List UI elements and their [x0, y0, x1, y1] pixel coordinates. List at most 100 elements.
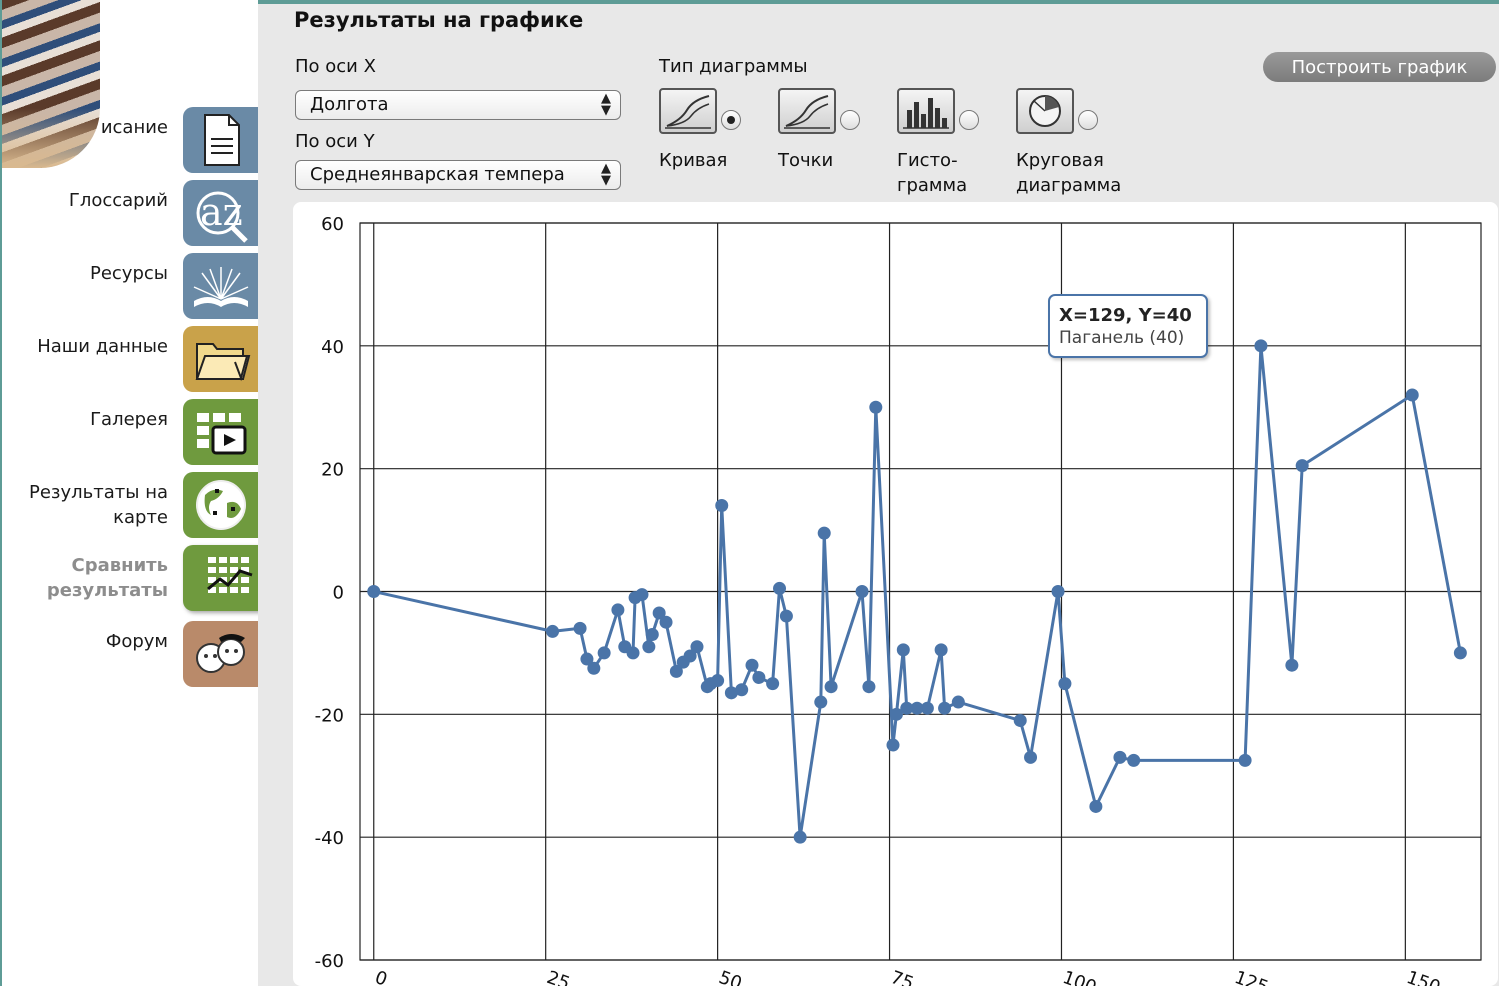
sidebar-item-label: Форум: [105, 631, 168, 652]
folder-icon: [183, 326, 258, 392]
x-tick-label: 125: [1232, 967, 1271, 986]
y-tick-label: -60: [315, 951, 344, 972]
data-point: [1453, 646, 1467, 660]
data-point: [611, 603, 625, 617]
line-chart: 60 40 20 0 -20 -40 -60 0 25 50 75 100 125 150: [315, 214, 1482, 986]
x-tick-label: 150: [1404, 967, 1443, 986]
data-point: [1089, 799, 1103, 813]
data-point: [817, 526, 831, 540]
data-point: [659, 615, 673, 629]
data-point: [1238, 753, 1252, 767]
sidebar-item-compare-results[interactable]: Сравнить результаты: [0, 545, 278, 611]
y-axis-select-value: Среднеянварская темпера: [310, 164, 565, 185]
y-axis-label: По оси Y: [295, 131, 375, 152]
chart-panel: 60 40 20 0 -20 -40 -60 0 25 50 75 100 125 150 X=129, …: [293, 202, 1498, 986]
pie-icon[interactable]: [1016, 88, 1074, 134]
sidebar-item-gallery[interactable]: Галерея: [0, 399, 258, 465]
chart-type-histogram-label: Гисто- грамма: [897, 150, 968, 196]
data-point: [938, 701, 952, 715]
data-point: [635, 588, 649, 602]
data-point: [824, 680, 838, 694]
histogram-icon[interactable]: [897, 88, 955, 134]
data-point: [793, 830, 807, 844]
y-tick-label: 60: [321, 214, 344, 235]
line-curve-icon[interactable]: [659, 88, 717, 134]
tooltip-subtitle: Паганель (40): [1059, 328, 1185, 348]
sidebar-item-map-results[interactable]: Результаты на карте: [0, 472, 258, 538]
data-point: [1127, 753, 1141, 767]
select-arrows-icon: ▲ ▼: [601, 161, 611, 188]
data-point: [920, 701, 934, 715]
left-border: [0, 0, 2, 986]
data-point-tooltip: X=129, Y=40 Паганель (40): [1048, 294, 1208, 358]
data-point: [745, 658, 759, 672]
data-point: [1058, 677, 1072, 691]
data-point: [886, 738, 900, 752]
data-point: [869, 400, 883, 414]
data-point: [1051, 585, 1065, 598]
chart-type-histogram-radio[interactable]: [959, 110, 979, 130]
data-point: [1113, 750, 1127, 764]
data-point: [951, 695, 965, 709]
gallery-video-icon: [183, 399, 258, 465]
x-axis-label: По оси X: [295, 56, 376, 77]
sidebar-item-resources[interactable]: Ресурсы: [0, 253, 258, 319]
data-point: [814, 695, 828, 709]
forum-kids-icon: [183, 621, 258, 687]
sidebar-item-description[interactable]: исание: [0, 107, 258, 173]
chart-type-curve-radio[interactable]: [721, 110, 741, 130]
select-arrows-icon: ▲ ▼: [601, 91, 611, 118]
sidebar-item-our-data[interactable]: Наши данные: [0, 326, 258, 392]
chart-type-points-label: Точки: [778, 150, 834, 171]
main-panel: Результаты на графике По оси X Долгота ▲…: [258, 4, 1499, 986]
x-tick-label: 25: [544, 967, 573, 986]
y-tick-label: 40: [321, 337, 344, 358]
data-point: [645, 627, 659, 641]
data-point: [367, 585, 381, 598]
x-tick-label: 50: [716, 967, 745, 986]
data-point: [779, 609, 793, 623]
x-tick-label: 100: [1060, 967, 1099, 986]
chart-type-pie-radio[interactable]: [1078, 110, 1098, 130]
sidebar-item-label: Наши данные: [37, 336, 168, 357]
data-point: [934, 643, 948, 657]
data-point: [735, 683, 749, 697]
y-tick-label: -40: [315, 828, 344, 849]
y-tick-label: 0: [333, 583, 344, 604]
x-tick-label: 0: [372, 967, 390, 986]
y-tick-label: -20: [315, 705, 344, 726]
x-axis-select[interactable]: Долгота ▲ ▼: [295, 90, 621, 120]
data-point: [773, 581, 787, 595]
chart-type-points-radio[interactable]: [840, 110, 860, 130]
data-point: [752, 670, 766, 684]
points-icon[interactable]: [778, 88, 836, 134]
data-point: [1285, 658, 1299, 672]
sidebar: исание Глоссарий az Ресурсы Наши данные …: [0, 0, 278, 986]
page-title: Результаты на графике: [294, 8, 584, 32]
sidebar-item-forum[interactable]: Форум: [0, 621, 258, 687]
data-point: [626, 646, 640, 660]
sidebar-item-label: Глоссарий: [68, 190, 168, 211]
chart-type-label: Тип диаграммы: [659, 56, 808, 77]
data-point: [855, 585, 869, 598]
data-point: [766, 677, 780, 691]
data-point: [1405, 388, 1419, 402]
data-point: [642, 640, 656, 654]
sidebar-item-label: Сравнить результаты: [46, 555, 168, 601]
globe-icon: [183, 472, 258, 538]
data-point: [715, 499, 729, 513]
chart-type-curve-label: Кривая: [659, 150, 728, 171]
data-point: [573, 621, 587, 635]
data-point: [862, 680, 876, 694]
x-tick-label: 75: [888, 967, 917, 986]
x-axis-select-value: Долгота: [310, 94, 389, 115]
sidebar-item-label: исание: [100, 117, 168, 138]
data-point: [711, 674, 725, 688]
sidebar-item-glossary[interactable]: Глоссарий az: [0, 180, 258, 246]
data-point: [1013, 713, 1027, 727]
build-chart-button[interactable]: Построить график: [1263, 52, 1496, 82]
data-point: [587, 661, 601, 675]
y-axis-select[interactable]: Среднеянварская темпера ▲ ▼: [295, 160, 621, 190]
sidebar-item-label: Галерея: [90, 409, 168, 430]
data-point: [1024, 750, 1038, 764]
